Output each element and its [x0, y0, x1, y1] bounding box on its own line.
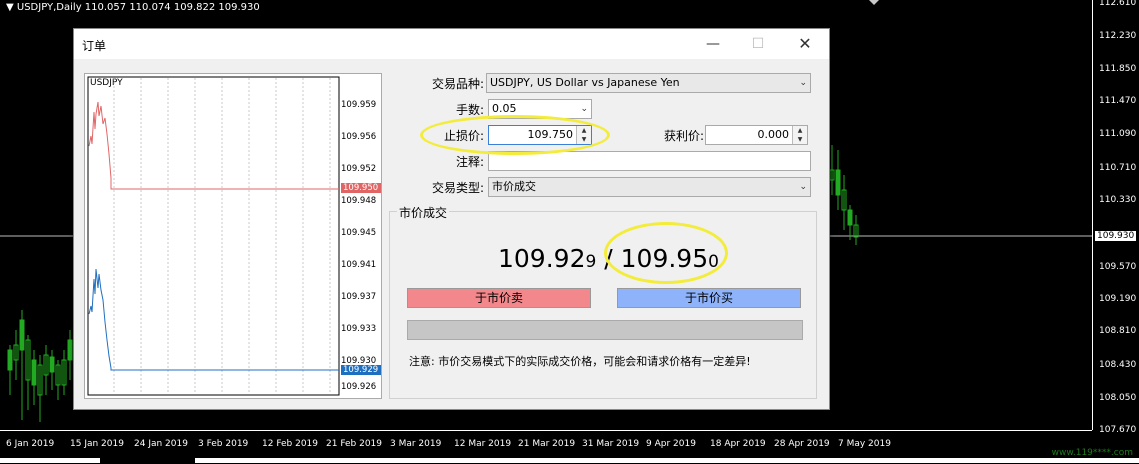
take-profit-label: 获利价: — [663, 129, 704, 143]
tick-price-label: 109.948 — [341, 196, 377, 206]
order-type-select-value: 市价成交 — [492, 180, 536, 193]
current-price-tag: 109.930 — [1095, 231, 1137, 241]
price-axis-label: 109.570 — [1099, 262, 1137, 272]
highlight-ellipse — [420, 115, 610, 155]
price-axis-label: 109.190 — [1099, 294, 1137, 304]
date-axis-label: 24 Jan 2019 — [134, 439, 188, 449]
date-axis-label: 21 Feb 2019 — [326, 439, 383, 449]
dialog-title: 订单 — [82, 39, 107, 53]
date-axis-label: 3 Mar 2019 — [390, 439, 442, 449]
tick-price-label: 109.937 — [341, 292, 377, 302]
date-axis-label: 28 Apr 2019 — [774, 439, 830, 449]
date-axis-label: 31 Mar 2019 — [582, 439, 640, 449]
price-axis-label: 112.230 — [1099, 31, 1137, 41]
volume-select-value: 0.05 — [492, 102, 517, 115]
bottom-tab-strip — [0, 456, 1139, 463]
minimize-icon[interactable]: — — [693, 32, 733, 56]
symbol-select[interactable]: USDJPY, US Dollar vs Japanese Yen ⌄ — [486, 73, 811, 93]
tick-price-label: 109.933 — [341, 324, 377, 334]
chevron-down-icon: ⌄ — [580, 104, 588, 114]
bid-price-last-digit: 9 — [585, 252, 597, 272]
date-axis-label: 9 Apr 2019 — [646, 439, 696, 449]
chevron-down-icon: ⌄ — [799, 78, 807, 88]
bottom-tab[interactable] — [0, 458, 100, 463]
comment-label: 注释: — [455, 155, 484, 169]
price-axis-label: 111.850 — [1099, 64, 1137, 74]
bid-line — [88, 268, 339, 371]
tick-chart-plot — [87, 76, 340, 396]
tick-price-label: 109.956 — [341, 132, 377, 142]
buy-by-market-button[interactable]: 于市价买 — [617, 288, 801, 308]
bid-price: 109.92 — [498, 244, 586, 273]
market-execution-group: 市价成交 109.929 / 109.950 于市价卖 于市价买 注意: 市价交… — [389, 204, 817, 399]
price-axis-label: 111.470 — [1099, 96, 1137, 106]
price-axis-label: 110.330 — [1099, 195, 1137, 205]
take-profit-field[interactable]: 0.000 ▲ ▼ — [705, 125, 808, 145]
price-axis-label: 111.090 — [1099, 129, 1137, 139]
take-profit-value: 0.000 — [757, 128, 790, 141]
tick-price-label: 109.926 — [341, 382, 377, 392]
date-axis-label: 18 Apr 2019 — [710, 439, 766, 449]
chevron-down-icon: ⌄ — [799, 182, 807, 192]
price-axis: 112.610 112.230 111.850 111.470 111.090 … — [1092, 0, 1139, 435]
maximize-icon: ☐ — [751, 36, 765, 52]
date-axis-label: 7 May 2019 — [838, 439, 891, 449]
sell-by-market-button[interactable]: 于市价卖 — [407, 288, 591, 308]
close-icon[interactable]: ✕ — [785, 32, 825, 56]
date-axis-label: 21 Mar 2019 — [518, 439, 576, 449]
tick-price-label: 109.959 — [341, 100, 377, 110]
symbol-select-value: USDJPY, US Dollar vs Japanese Yen — [490, 76, 680, 89]
order-dialog: 订单 — ☐ ✕ USDJPY 109.959 109.956 109.952 … — [73, 28, 830, 410]
ask-price-tag: 109.950 — [341, 183, 381, 193]
highlight-ellipse — [604, 222, 728, 284]
collapse-triangle-icon[interactable]: ▼ — [6, 2, 14, 13]
price-axis-label: 108.810 — [1099, 326, 1137, 336]
chart-title-strip: ▼ USDJPY,Daily 110.057 110.074 109.822 1… — [6, 2, 260, 13]
date-axis-label: 6 Jan 2019 — [6, 439, 55, 449]
order-type-label: 交易类型: — [431, 181, 484, 195]
spinner-icon[interactable]: ▲ ▼ — [792, 126, 807, 144]
price-axis-label: 112.610 — [1099, 0, 1137, 8]
status-bar — [407, 320, 803, 340]
price-axis-label: 107.670 — [1099, 425, 1137, 435]
dialog-titlebar[interactable]: 订单 — ☐ ✕ — [74, 29, 829, 59]
tick-chart: USDJPY 109.959 109.956 109.952 109.950 1… — [84, 73, 382, 399]
execution-note: 注意: 市价交易模式下的实际成交价格，可能会和请求价格有一定差异! — [409, 355, 751, 368]
date-axis-label: 12 Feb 2019 — [262, 439, 319, 449]
tick-price-label: 109.952 — [341, 164, 377, 174]
price-axis-label: 108.430 — [1099, 360, 1137, 370]
watermark: www.119****.com — [1051, 448, 1133, 458]
symbol-label: 交易品种: — [431, 77, 484, 91]
date-axis-label: 15 Jan 2019 — [70, 439, 124, 449]
tick-price-label: 109.945 — [341, 228, 377, 238]
date-axis-label: 12 Mar 2019 — [454, 439, 512, 449]
bottom-tab[interactable] — [195, 458, 1139, 463]
order-type-select[interactable]: 市价成交 ⌄ — [488, 177, 811, 197]
price-axis-label: 110.710 — [1099, 163, 1137, 173]
tick-price-label: 109.941 — [341, 260, 377, 270]
date-axis-label: 3 Feb 2019 — [198, 439, 249, 449]
ask-line — [88, 101, 339, 190]
group-title: 市价成交 — [397, 204, 450, 221]
price-axis-label: 108.050 — [1099, 393, 1137, 403]
volume-label: 手数: — [455, 103, 484, 117]
bid-price-tag: 109.929 — [341, 365, 381, 375]
